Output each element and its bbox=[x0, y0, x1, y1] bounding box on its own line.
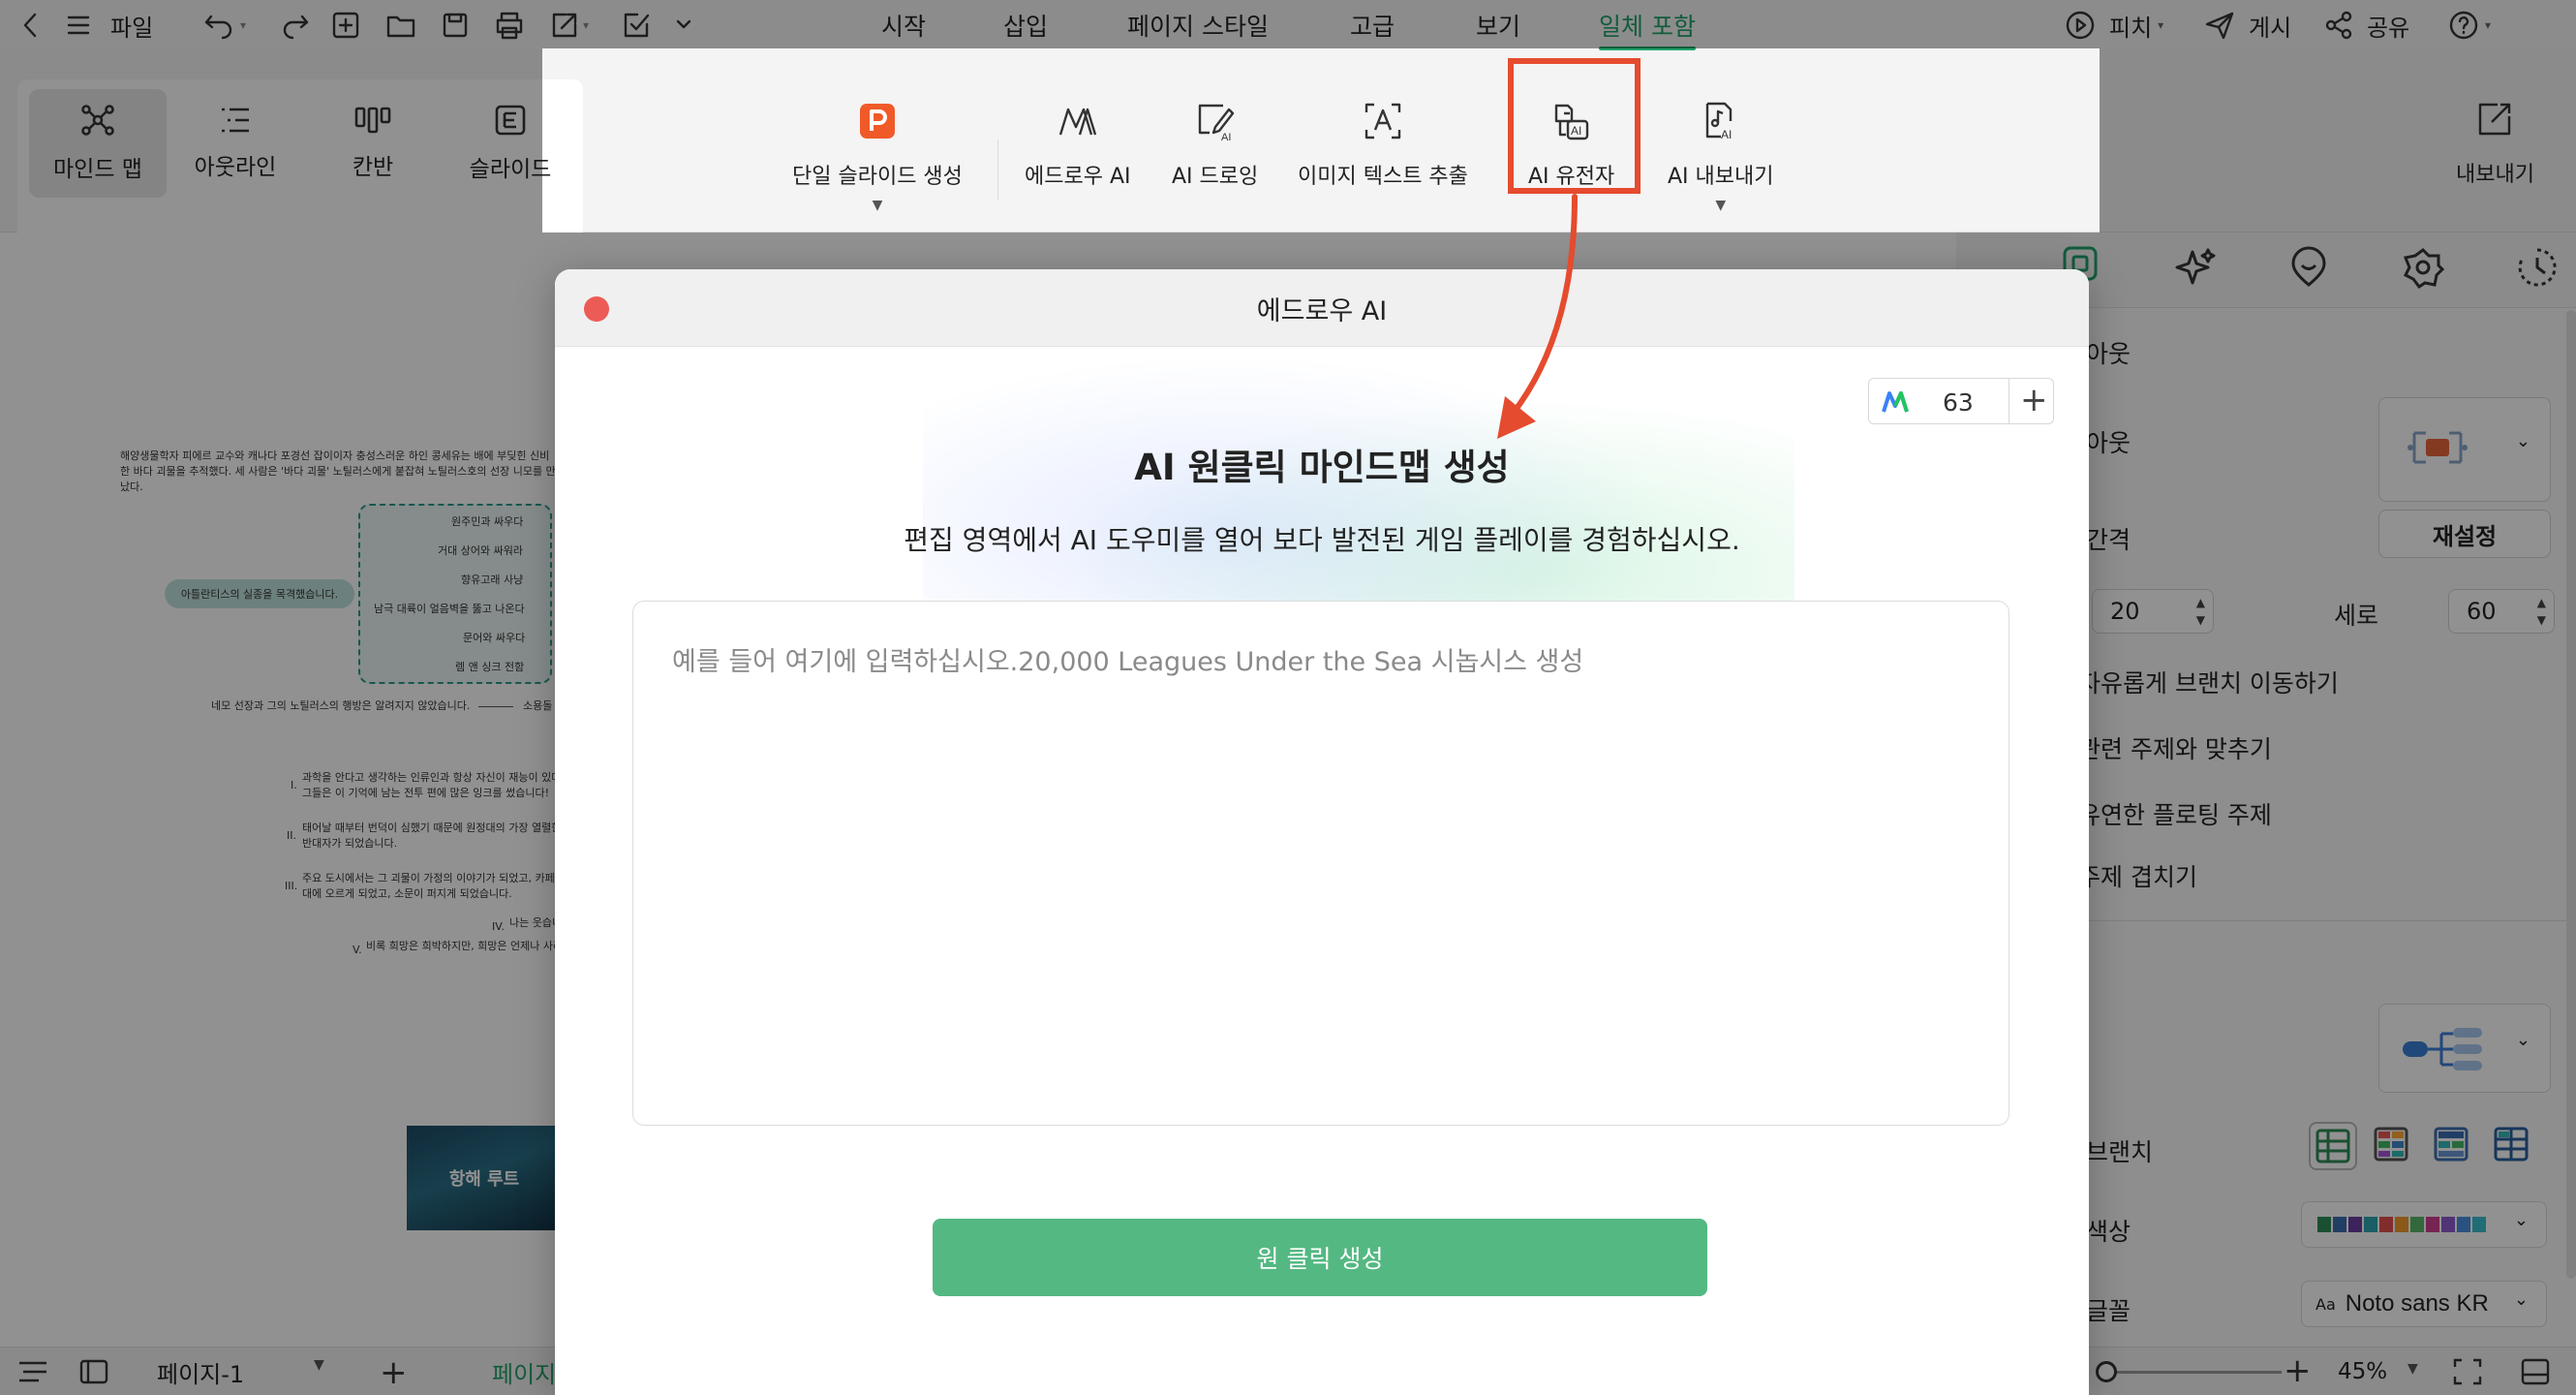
single-slide-button[interactable]: 단일 슬라이드 생성 ▼ bbox=[792, 97, 963, 223]
ai-export-dropdown-icon[interactable]: ▼ bbox=[1715, 198, 1726, 213]
ai-drawing-button[interactable]: AI AI 드로잉 bbox=[1172, 97, 1258, 223]
overlay-right bbox=[2100, 0, 2576, 1395]
dialog-title: 에드로우 AI bbox=[1256, 295, 1388, 326]
edraw-ai-icon bbox=[1054, 97, 1102, 145]
edraw-ai-label: 에드로우 AI bbox=[1025, 165, 1131, 189]
edraw-ai-logo-icon bbox=[1882, 391, 1909, 413]
edraw-ai-button[interactable]: 에드로우 AI bbox=[1025, 97, 1131, 223]
svg-text:AI: AI bbox=[1721, 128, 1732, 141]
overlay-top bbox=[542, 0, 2100, 48]
ppt-icon bbox=[853, 97, 902, 145]
dialog-heading: AI 원클릭 마인드맵 생성 bbox=[1134, 447, 1510, 488]
overlay-left bbox=[0, 0, 542, 1395]
text-extract-label: 이미지 텍스트 추출 bbox=[1298, 165, 1468, 189]
ai-drawing-icon: AI bbox=[1191, 97, 1240, 145]
credits-counter: 63 + bbox=[1868, 378, 2054, 424]
annotation-arrow-icon bbox=[1497, 194, 1578, 439]
ai-export-label: AI 내보내기 bbox=[1668, 165, 1774, 189]
add-credits-button[interactable]: + bbox=[2020, 381, 2048, 419]
ai-export-button[interactable]: AI AI 내보내기 ▼ bbox=[1668, 97, 1774, 223]
edraw-ai-dialog: 에드로우 AI 63 + AI 원클릭 마인드맵 생성 편집 영역에서 AI 도… bbox=[555, 269, 2089, 1395]
dialog-subtitle: 편집 영역에서 AI 도우미를 열어 보다 발전된 게임 플레이를 경험하십시오… bbox=[904, 524, 1740, 556]
credits-value: 63 bbox=[1943, 388, 1974, 417]
prompt-input[interactable]: 예를 들어 여기에 입력하십시오.20,000 Leagues Under th… bbox=[632, 601, 2009, 1126]
ai-drawing-label: AI 드로잉 bbox=[1172, 165, 1259, 189]
ribbon-divider bbox=[997, 140, 998, 200]
svg-text:AI: AI bbox=[1221, 132, 1231, 142]
text-extract-icon bbox=[1359, 97, 1407, 145]
prompt-placeholder: 예를 들어 여기에 입력하십시오.20,000 Leagues Under th… bbox=[672, 647, 1584, 677]
ai-gene-highlight-box bbox=[1508, 58, 1641, 194]
text-extract-button[interactable]: 이미지 텍스트 추출 bbox=[1298, 97, 1468, 223]
ai-export-icon: AI bbox=[1697, 97, 1745, 145]
single-slide-label: 단일 슬라이드 생성 bbox=[792, 165, 963, 189]
one-click-generate-button[interactable]: 원 클릭 생성 bbox=[933, 1219, 1707, 1296]
app-window: 파일 ▾ ▾ 시작 삽입 페이지 스타일 고급 보기 일체 포함 피치 ▾ 게시… bbox=[0, 0, 2576, 1395]
dialog-header: 에드로우 AI bbox=[555, 269, 2089, 347]
single-slide-dropdown-icon[interactable]: ▼ bbox=[873, 198, 883, 213]
